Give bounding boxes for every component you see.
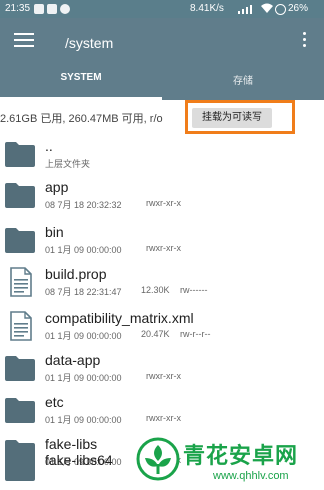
file-date: 01 1月 09 00:00:00 [45,373,122,383]
watermark-url: www.qhhlv.com [213,470,289,482]
list-item[interactable]: compatibility_matrix.xml 01 1月 09 00:00:… [0,306,324,347]
storage-info-bar: 2.61GB 已用, 260.47MB 可用, r/o [0,100,324,134]
tab-system[interactable]: SYSTEM [0,72,162,83]
signal-icon [238,5,252,14]
folder-icon [5,228,35,253]
file-name: etc [45,394,64,410]
mount-rw-button[interactable]: 挂载为可读写 [192,108,272,128]
list-item[interactable]: bin 01 1月 09 00:00:00 rwxr-xr-x [0,220,324,261]
file-name: bin [45,224,64,240]
document-icon [10,311,32,341]
list-item-parent[interactable]: .. 上层文件夹 [0,134,324,175]
watermark-logo-icon [136,437,180,481]
storage-info: 2.61GB 已用, 260.47MB 可用, r/o [0,113,163,125]
folder-icon [5,183,35,208]
file-permissions: rwxr-xr-x [146,198,181,208]
notification-icon [47,4,57,14]
file-name: app [45,179,69,195]
folder-icon [5,456,35,481]
file-permissions: rwxr-xr-x [146,243,181,253]
file-size: 12.30K [141,285,170,295]
notification-icon [34,4,44,14]
folder-icon [5,356,35,381]
list-item[interactable]: build.prop 08 7月 18 22:31:47 12.30K rw--… [0,262,324,303]
file-name: build.prop [45,266,107,282]
watermark: 青花安卓网 www.qhhlv.com [135,434,324,490]
network-speed: 8.41K/s [190,3,224,14]
more-options-icon[interactable] [298,32,310,52]
app-bar: /system SYSTEM 存储 [0,18,324,100]
file-date: 01 1月 09 00:00:00 [45,245,122,255]
file-size: 20.47K [141,329,170,339]
tab-storage[interactable]: 存储 [162,72,324,87]
current-path: /system [65,35,114,51]
file-name: .. [45,138,53,154]
menu-icon[interactable] [14,33,34,51]
file-date: 01 1月 09 00:00:00 [45,331,122,341]
file-name: compatibility_matrix.xml [45,310,194,326]
status-time: 21:35 [5,3,31,14]
notification-icon [60,4,70,14]
folder-icon [5,398,35,423]
folder-icon [5,142,35,167]
file-permissions: rwxr-xr-x [146,371,181,381]
list-item[interactable]: data-app 01 1月 09 00:00:00 rwxr-xr-x [0,348,324,389]
file-date: 01 1月 09 00:00:00 [45,415,122,425]
document-icon [10,267,32,297]
file-permissions: rwxr-xr-x [146,413,181,423]
file-name: fake-libs64 [45,452,113,468]
file-date: 08 7月 18 20:32:32 [45,200,122,210]
wifi-icon [261,3,273,13]
file-date: 08 7月 18 22:31:47 [45,287,122,297]
list-item[interactable]: app 08 7月 18 20:32:32 rwxr-xr-x [0,175,324,216]
file-permissions: rw------ [180,285,208,295]
file-name: data-app [45,352,101,368]
notification-icons [34,4,70,14]
status-bar: 21:35 8.41K/s 26% [0,0,324,18]
battery-icon [275,4,286,15]
watermark-title: 青花安卓网 [183,443,299,468]
battery-percent: 26% [288,3,309,14]
file-permissions: rw-r--r-- [180,329,211,339]
file-subtitle: 上层文件夹 [45,159,91,169]
list-item[interactable]: etc 01 1月 09 00:00:00 rwxr-xr-x [0,390,324,431]
